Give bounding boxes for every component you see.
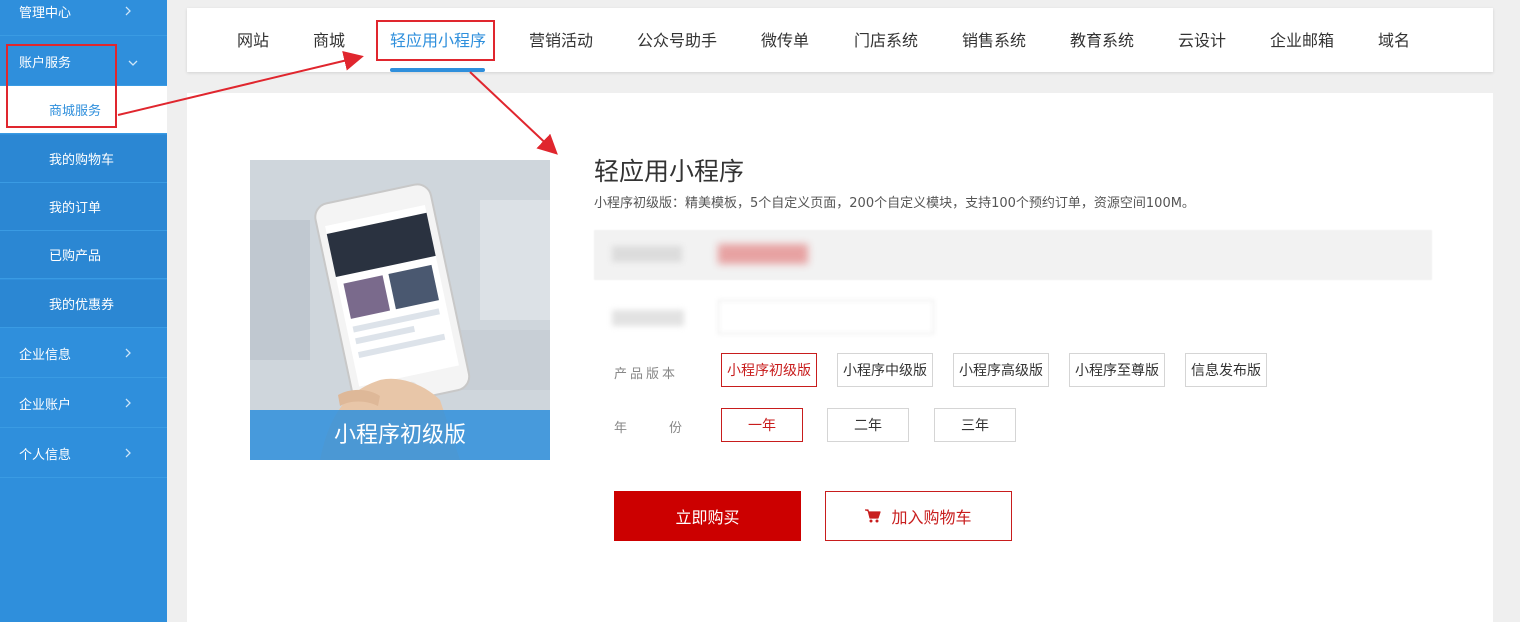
year-option-3[interactable]: 三年 [934, 408, 1016, 442]
sidebar: 管理中心 账户服务 商城服务 我的购物车 我的订单 已购产品 我的优惠券 企业信… [0, 0, 167, 622]
buy-now-button[interactable]: 立即购买 [614, 491, 801, 541]
redacted-select[interactable] [718, 300, 934, 334]
chevron-right-icon [125, 348, 131, 358]
version-option-advanced[interactable]: 小程序高级版 [953, 353, 1049, 387]
tab-mini-program[interactable]: 轻应用小程序 [390, 8, 486, 72]
sidebar-item-personal-info[interactable]: 个人信息 [0, 429, 167, 478]
redacted-price [718, 244, 808, 264]
tab-sales-system[interactable]: 销售系统 [962, 8, 1026, 72]
option-label: 三年 [961, 418, 989, 434]
option-label: 信息发布版 [1191, 363, 1261, 379]
sidebar-item-label: 我的优惠券 [49, 298, 115, 313]
tab-website[interactable]: 网站 [237, 8, 269, 72]
tab-mall[interactable]: 商城 [313, 8, 345, 72]
product-image-caption: 小程序初级版 [250, 410, 550, 460]
sidebar-item-label: 企业账户 [19, 397, 72, 413]
sidebar-item-label: 我的购物车 [49, 153, 115, 168]
chevron-right-icon [125, 6, 131, 16]
chevron-right-icon [125, 448, 131, 458]
tab-official-account[interactable]: 公众号助手 [637, 8, 717, 72]
option-label: 小程序高级版 [959, 363, 1043, 379]
option-label: 一年 [748, 418, 776, 434]
option-label: 小程序至尊版 [1075, 363, 1159, 379]
active-tab-indicator [390, 68, 485, 72]
product-description: 小程序初级版：精美模板，5个自定义页面，200个自定义模块，支持100个预约订单… [594, 196, 1195, 211]
sidebar-item-label: 企业信息 [19, 347, 72, 363]
version-option-premium[interactable]: 小程序至尊版 [1069, 353, 1165, 387]
sidebar-subitem-mall-service[interactable]: 商城服务 [0, 86, 167, 134]
sidebar-item-company-info[interactable]: 企业信息 [0, 329, 167, 378]
version-label: 产品版本 [614, 367, 679, 382]
year-label: 年份 [614, 421, 683, 436]
sidebar-item-management[interactable]: 管理中心 [0, 0, 167, 36]
sidebar-item-label: 个人信息 [19, 447, 72, 463]
version-option-intermediate[interactable]: 小程序中级版 [837, 353, 933, 387]
chevron-down-icon [128, 60, 138, 66]
redacted-label [612, 246, 682, 262]
version-option-info-publish[interactable]: 信息发布版 [1185, 353, 1267, 387]
sidebar-item-account-service[interactable]: 账户服务 [0, 37, 167, 86]
tab-marketing[interactable]: 营销活动 [529, 8, 593, 72]
sidebar-subitem-cart[interactable]: 我的购物车 [0, 135, 167, 183]
redacted-label [612, 310, 684, 326]
tab-domain[interactable]: 域名 [1378, 8, 1410, 72]
add-to-cart-label: 加入购物车 [891, 508, 972, 527]
sidebar-item-label: 商城服务 [49, 104, 102, 119]
option-label: 二年 [854, 418, 882, 434]
sidebar-subitem-coupons[interactable]: 我的优惠券 [0, 280, 167, 328]
sidebar-subitem-purchased[interactable]: 已购产品 [0, 231, 167, 279]
tab-micro-flyer[interactable]: 微传单 [761, 8, 809, 72]
tab-education-system[interactable]: 教育系统 [1070, 8, 1134, 72]
sidebar-item-label: 管理中心 [19, 5, 72, 21]
sidebar-item-label: 我的订单 [49, 201, 102, 216]
chevron-right-icon [125, 398, 131, 408]
buy-now-label: 立即购买 [675, 508, 740, 527]
product-image: 小程序初级版 [250, 160, 550, 460]
tab-enterprise-mail[interactable]: 企业邮箱 [1270, 8, 1334, 72]
year-option-2[interactable]: 二年 [827, 408, 909, 442]
option-label: 小程序初级版 [727, 363, 811, 379]
product-category-tabs: 网站 商城 轻应用小程序 营销活动 公众号助手 微传单 门店系统 销售系统 教育… [187, 8, 1493, 72]
sidebar-item-company-account[interactable]: 企业账户 [0, 379, 167, 428]
tab-store-system[interactable]: 门店系统 [854, 8, 918, 72]
product-title: 轻应用小程序 [594, 157, 745, 186]
sidebar-item-label: 账户服务 [19, 55, 72, 71]
sidebar-subitem-orders[interactable]: 我的订单 [0, 183, 167, 231]
sidebar-item-label: 已购产品 [49, 249, 102, 264]
add-to-cart-button[interactable]: 加入购物车 [825, 491, 1012, 541]
shopping-cart-icon [865, 509, 882, 523]
option-label: 小程序中级版 [843, 363, 927, 379]
tab-cloud-design[interactable]: 云设计 [1178, 8, 1226, 72]
year-option-1[interactable]: 一年 [721, 408, 803, 442]
version-option-basic[interactable]: 小程序初级版 [721, 353, 817, 387]
